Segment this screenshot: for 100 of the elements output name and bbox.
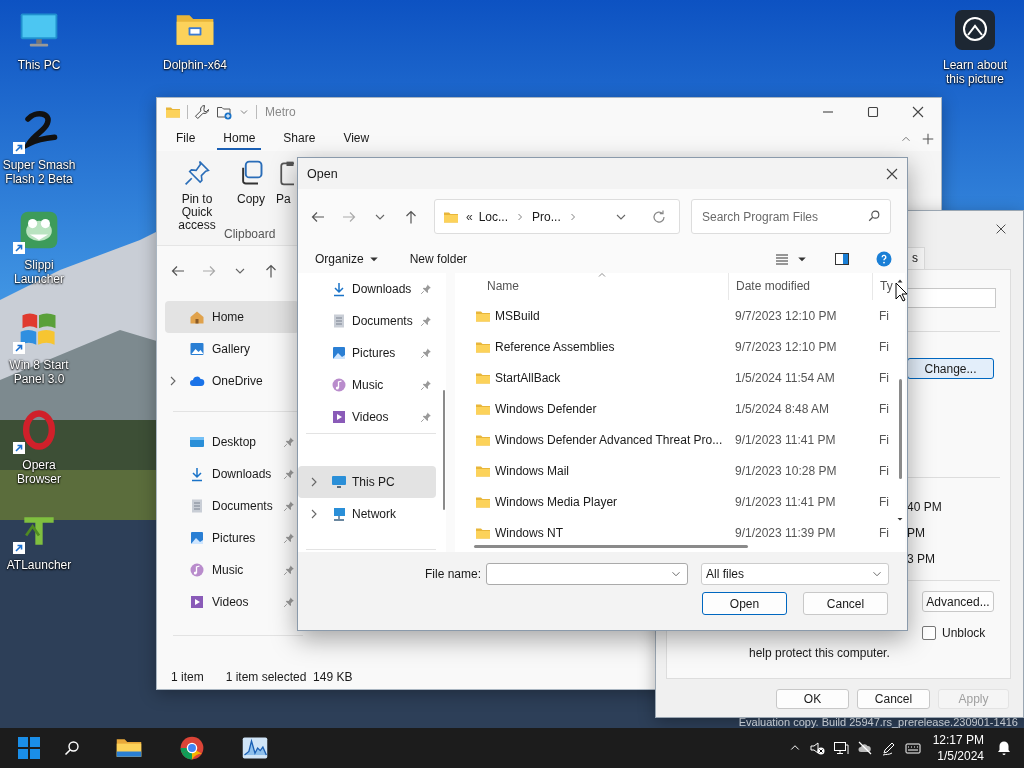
input-field[interactable] bbox=[907, 288, 996, 308]
nav-item[interactable]: Music bbox=[298, 369, 436, 401]
nav-item[interactable]: Downloads bbox=[165, 458, 299, 490]
file-name[interactable]: Windows Defender bbox=[495, 401, 597, 416]
file-name[interactable]: Windows Defender Advanced Threat Pro... bbox=[495, 432, 723, 447]
picture-icon bbox=[189, 530, 205, 546]
up-arrow-icon[interactable] bbox=[403, 208, 419, 225]
dialog-button[interactable]: Cancel bbox=[857, 689, 930, 709]
icon-label[interactable]: This PC bbox=[1, 58, 77, 72]
ribbon-tab[interactable]: View bbox=[337, 127, 376, 150]
nav-item[interactable]: Documents bbox=[298, 305, 436, 337]
column-header[interactable]: Date modified bbox=[728, 273, 872, 300]
pen-icon[interactable] bbox=[880, 740, 897, 756]
ribbon-tab[interactable]: Share bbox=[277, 127, 322, 150]
file-name-field[interactable] bbox=[486, 563, 688, 585]
scrollbar-thumb[interactable] bbox=[898, 379, 902, 479]
ribbon-tab[interactable]: File bbox=[170, 127, 202, 150]
new-folder-icon[interactable] bbox=[216, 104, 232, 120]
checkbox-label[interactable]: Unblock bbox=[942, 626, 986, 640]
back-arrow-icon[interactable] bbox=[170, 263, 186, 279]
scrollbar-thumb[interactable] bbox=[443, 390, 445, 510]
file-name[interactable]: Windows NT bbox=[495, 525, 563, 540]
nav-item[interactable]: Downloads bbox=[298, 273, 436, 305]
maximize-icon[interactable] bbox=[865, 104, 881, 120]
monitor-icon[interactable] bbox=[832, 740, 849, 756]
search-field[interactable]: Search Program Files bbox=[691, 199, 891, 234]
icon-label[interactable]: Dolphin-x64 bbox=[157, 58, 233, 72]
nav-item[interactable]: OneDrive bbox=[165, 365, 299, 397]
circle-logo-icon[interactable] bbox=[178, 734, 206, 762]
close-icon[interactable] bbox=[910, 104, 926, 120]
new-folder-button[interactable]: New folder bbox=[409, 251, 468, 266]
up-arrow-icon[interactable] bbox=[263, 263, 279, 279]
nav-item[interactable]: Videos bbox=[165, 586, 299, 618]
file-name[interactable]: StartAllBack bbox=[495, 370, 561, 385]
checkbox[interactable] bbox=[922, 626, 936, 640]
pin-icon[interactable] bbox=[283, 564, 295, 576]
file-name[interactable]: Windows Mail bbox=[495, 463, 569, 478]
keyboard-icon[interactable] bbox=[904, 740, 921, 756]
organize-button[interactable]: Organize bbox=[315, 251, 380, 266]
pin-icon[interactable] bbox=[283, 436, 295, 448]
nav-item[interactable]: Desktop bbox=[165, 426, 299, 458]
icon-label[interactable]: Opera Browser bbox=[1, 458, 77, 486]
preview-pane-icon[interactable] bbox=[834, 250, 850, 267]
nav-item[interactable]: Videos bbox=[298, 401, 436, 433]
file-name[interactable]: Reference Assemblies bbox=[495, 339, 615, 354]
pin-icon[interactable] bbox=[283, 500, 295, 512]
desktop-icon bbox=[189, 434, 205, 450]
overflow-marker[interactable]: « bbox=[466, 209, 473, 224]
dialog-button[interactable]: Open bbox=[702, 592, 787, 615]
breadcrumb[interactable]: Loc... bbox=[476, 209, 511, 224]
icon-label[interactable]: ATLauncher bbox=[1, 558, 77, 572]
nav-item[interactable]: Network bbox=[298, 498, 436, 530]
icon-label[interactable]: Super Smash Flash 2 Beta bbox=[1, 158, 77, 186]
nav-item[interactable]: This PC bbox=[298, 466, 436, 498]
search-icon[interactable] bbox=[64, 740, 80, 756]
search-icon[interactable] bbox=[867, 209, 881, 223]
ribbon-button[interactable]: Pa bbox=[276, 159, 294, 206]
close-icon[interactable] bbox=[994, 222, 1008, 236]
dialog-button[interactable]: OK bbox=[776, 689, 849, 709]
pin-icon[interactable] bbox=[420, 315, 432, 327]
ribbon-tab[interactable]: Home bbox=[217, 127, 262, 150]
wrench-icon[interactable] bbox=[194, 104, 210, 120]
advanced-button[interactable]: Advanced... bbox=[922, 591, 994, 612]
nav-item[interactable]: Home bbox=[165, 301, 299, 333]
dialog-button[interactable]: Cancel bbox=[803, 592, 888, 615]
change-button[interactable]: Change... bbox=[907, 358, 994, 379]
nav-item[interactable]: Pictures bbox=[165, 522, 299, 554]
start-icon[interactable] bbox=[18, 737, 40, 759]
scrollbar-thumb[interactable] bbox=[474, 545, 748, 548]
pin-icon[interactable] bbox=[283, 532, 295, 544]
help-icon[interactable] bbox=[876, 250, 892, 267]
pin-icon[interactable] bbox=[283, 468, 295, 480]
nav-item[interactable]: Music bbox=[165, 554, 299, 586]
pin-icon[interactable] bbox=[420, 347, 432, 359]
date-cell-text: 9/1/2023 11:39 PM bbox=[734, 525, 837, 540]
type-cell-text: Fi bbox=[878, 339, 890, 354]
icon-label[interactable]: Learn about this picture bbox=[937, 58, 1013, 86]
pin-icon[interactable] bbox=[420, 379, 432, 391]
scroll-up-icon[interactable] bbox=[896, 277, 904, 285]
column-header[interactable]: Name bbox=[455, 273, 728, 300]
clock-time[interactable]: 12:17 PM bbox=[932, 732, 984, 748]
file-name[interactable]: Windows Media Player bbox=[495, 494, 618, 509]
scroll-down-icon[interactable] bbox=[896, 515, 904, 523]
address-bar[interactable]: « Loc... Pro... bbox=[434, 199, 680, 234]
pin-icon[interactable] bbox=[283, 596, 295, 608]
file-type-dropdown[interactable]: All files bbox=[701, 563, 889, 585]
nav-item[interactable]: Gallery bbox=[165, 333, 299, 365]
pin-icon[interactable] bbox=[420, 411, 432, 423]
picture-info-icon[interactable] bbox=[955, 10, 995, 50]
file-name[interactable]: MSBuild bbox=[495, 308, 540, 323]
nav-item[interactable]: Documents bbox=[165, 490, 299, 522]
clock-date[interactable]: 1/5/2024 bbox=[937, 748, 984, 764]
nav-item[interactable]: Pictures bbox=[298, 337, 436, 369]
ribbon-button[interactable]: Copy bbox=[237, 159, 265, 206]
refresh-icon[interactable] bbox=[651, 208, 667, 225]
pin-icon[interactable] bbox=[420, 283, 432, 295]
breadcrumb[interactable]: Pro... bbox=[530, 209, 563, 224]
speaker-muted-icon[interactable] bbox=[808, 740, 825, 756]
cloud-off-icon[interactable] bbox=[856, 740, 873, 756]
bell-icon[interactable] bbox=[996, 740, 1012, 756]
